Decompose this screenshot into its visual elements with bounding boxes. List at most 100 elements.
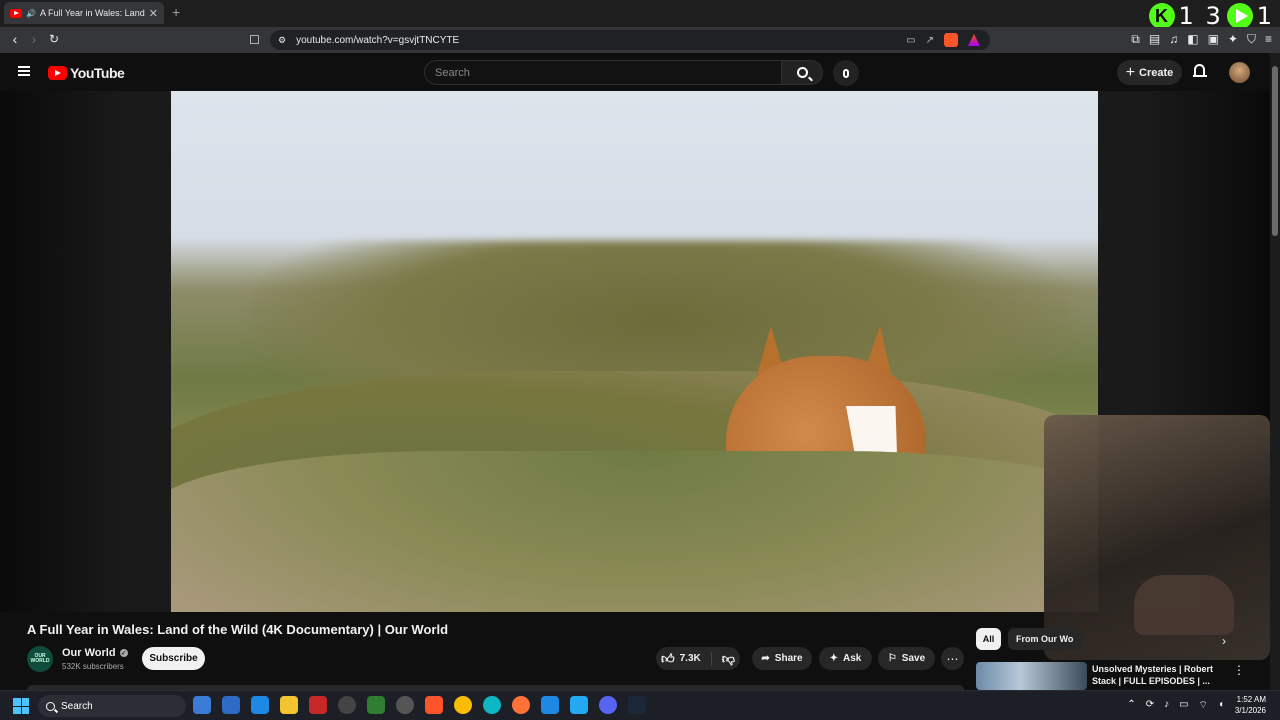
like-icon[interactable]: 👍︎ — [661, 651, 675, 667]
subscribe-button[interactable]: Subscribe — [142, 647, 205, 670]
steam-icon[interactable] — [628, 696, 646, 714]
site-info-icon[interactable]: ⚙ — [278, 35, 286, 46]
search-icon — [796, 67, 808, 78]
firefox-icon[interactable] — [512, 696, 530, 714]
discord-icon[interactable] — [599, 696, 617, 714]
video-player[interactable] — [171, 91, 1098, 612]
clock-date: 3/1/2026 — [1234, 706, 1266, 715]
voice-search-button[interactable] — [833, 60, 859, 86]
leo-ai-icon[interactable]: ✦ — [1228, 32, 1238, 47]
windows-start-icon[interactable] — [13, 698, 29, 714]
search-input[interactable]: Search — [424, 60, 782, 85]
omnibox-actions: ▭ ↗ — [906, 33, 980, 47]
taskbar-search-label: Search — [61, 700, 93, 712]
wallet-icon[interactable]: ▣ — [1208, 32, 1219, 47]
user-avatar[interactable] — [1229, 62, 1250, 83]
webcam-overlay — [1044, 415, 1270, 660]
clock-time: 1:52 AM — [1236, 695, 1266, 704]
save-button[interactable]: ⚐ Save — [878, 647, 935, 670]
overlay-count-left: 1 3 — [1178, 2, 1223, 30]
scrollbar-thumb[interactable] — [1272, 66, 1278, 236]
cast-icon[interactable]: ▭ — [906, 35, 915, 46]
tray-chevron-icon[interactable]: ⌃ — [1127, 699, 1135, 712]
speaker-icon[interactable]: 🔊 — [26, 9, 36, 18]
reload-icon[interactable]: ↻ — [45, 32, 63, 46]
app-oo-icon[interactable] — [541, 696, 559, 714]
extensions-icon[interactable]: ⧉ — [1131, 32, 1140, 47]
search-icon — [46, 701, 55, 711]
chrome-icon[interactable] — [454, 696, 472, 714]
youtube-play-icon — [48, 66, 67, 80]
chip-from-channel[interactable]: From Our Wo — [1008, 628, 1082, 650]
sidebar-toggle-icon[interactable]: ◧ — [1187, 32, 1198, 47]
windows-taskbar: Search ⌃ ⟳ ♪ ▭ ⌔ ◖ 1:52 AM 3/1/2026 — [0, 690, 1280, 720]
clock-app-icon[interactable] — [338, 696, 356, 714]
subscriber-count: 532K subscribers — [62, 662, 124, 671]
tray-display-icon[interactable]: ▭ — [1179, 699, 1188, 712]
recommended-thumbnail[interactable] — [976, 662, 1087, 690]
play-logo-icon — [1226, 3, 1253, 29]
back-icon[interactable]: ‹ — [6, 31, 24, 47]
dislike-icon[interactable]: 👎︎ — [722, 651, 735, 667]
vpn-icon[interactable]: ⛉ — [1247, 32, 1256, 47]
chip-all[interactable]: All — [976, 628, 1001, 650]
tray-mic-icon[interactable]: ♪ — [1164, 699, 1169, 712]
hamburger-menu-icon[interactable] — [18, 66, 30, 76]
shield-app-icon[interactable] — [367, 696, 385, 714]
reader-icon[interactable]: ▤ — [1149, 32, 1160, 47]
brave-browser-icon[interactable] — [425, 696, 443, 714]
youtube-logo[interactable]: YouTube — [48, 65, 125, 81]
taskbar-clock[interactable]: 1:52 AM 3/1/2026 — [1235, 694, 1266, 716]
url-omnibox[interactable]: ⚙ youtube.com/watch?v=gsvjtTNCYTE ▭ ↗ — [270, 30, 990, 50]
brave-shields-icon[interactable] — [944, 33, 958, 47]
youtube-favicon-icon — [10, 8, 22, 18]
recommended-menu-icon[interactable]: ⋮ — [1233, 663, 1245, 677]
more-actions-button[interactable]: ⋯ — [941, 647, 964, 670]
file-explorer-icon[interactable] — [280, 696, 298, 714]
verified-icon: ✓ — [119, 649, 128, 657]
extension-toolbar: ⧉ ▤ ♫ ◧ ▣ ✦ ⛉ ≡ — [1131, 32, 1272, 47]
tray-network-icon[interactable]: ⌔ — [1199, 699, 1208, 712]
task-manager-icon[interactable] — [193, 696, 211, 714]
channel-name-text: Our World — [62, 647, 116, 659]
like-count[interactable]: 7.3K — [680, 653, 701, 664]
share-button[interactable]: ➦ Share — [752, 647, 812, 670]
channel-avatar[interactable]: OUR WORLD — [27, 646, 53, 672]
chevron-right-icon[interactable]: › — [1222, 634, 1226, 648]
menu-icon[interactable]: ≡ — [1265, 32, 1272, 47]
address-bar-row: ‹ › ↻ ☐ ⚙ youtube.com/watch?v=gsvjtTNCYT… — [0, 27, 1280, 53]
video-foreground-grass — [171, 451, 1098, 612]
browser-tab[interactable]: 🔊 A Full Year in Wales: Land of t ✕ — [4, 2, 164, 24]
tab-close-icon[interactable]: ✕ — [149, 7, 158, 20]
netflix-app-icon[interactable] — [309, 696, 327, 714]
taskbar-apps — [193, 696, 646, 714]
share-icon: ➦ — [761, 653, 770, 664]
overlay-count-right: 1 — [1256, 2, 1274, 30]
system-tray: ⌃ ⟳ ♪ ▭ ⌔ ◖ — [1127, 699, 1224, 712]
share-page-icon[interactable]: ↗ — [926, 35, 934, 46]
ask-label: Ask — [843, 653, 862, 664]
create-label: Create — [1139, 66, 1174, 79]
tray-sync-icon[interactable]: ⟳ — [1146, 699, 1154, 712]
remote-desktop-icon[interactable] — [251, 696, 269, 714]
media-icon[interactable]: ♫ — [1169, 32, 1178, 47]
tray-volume-icon[interactable]: ◖ — [1218, 699, 1224, 712]
ask-button[interactable]: ✦ Ask — [819, 647, 872, 670]
obs-icon[interactable] — [396, 696, 414, 714]
bookmark-save-icon: ⚐ — [887, 653, 897, 664]
channel-name[interactable]: Our World ✓ — [62, 647, 128, 659]
brave-rewards-icon[interactable] — [968, 34, 980, 46]
taskbar-search[interactable]: Search — [38, 695, 186, 717]
search-button[interactable] — [781, 60, 823, 85]
bookmark-icon[interactable]: ☐ — [249, 33, 260, 47]
youtube-logo-text: YouTube — [70, 65, 125, 81]
vscode-icon[interactable] — [570, 696, 588, 714]
forward-icon[interactable]: › — [25, 31, 43, 47]
notifications-bell-icon[interactable] — [1193, 64, 1207, 78]
recommended-title[interactable]: Unsolved Mysteries | Robert Stack | FULL… — [1092, 663, 1222, 687]
create-button[interactable]: + Create — [1117, 60, 1182, 85]
stream-overlay-counter: K 1 3 1 — [1148, 2, 1274, 30]
edge-icon[interactable] — [483, 696, 501, 714]
file-app-icon[interactable] — [222, 696, 240, 714]
new-tab-button[interactable]: + — [172, 4, 180, 20]
